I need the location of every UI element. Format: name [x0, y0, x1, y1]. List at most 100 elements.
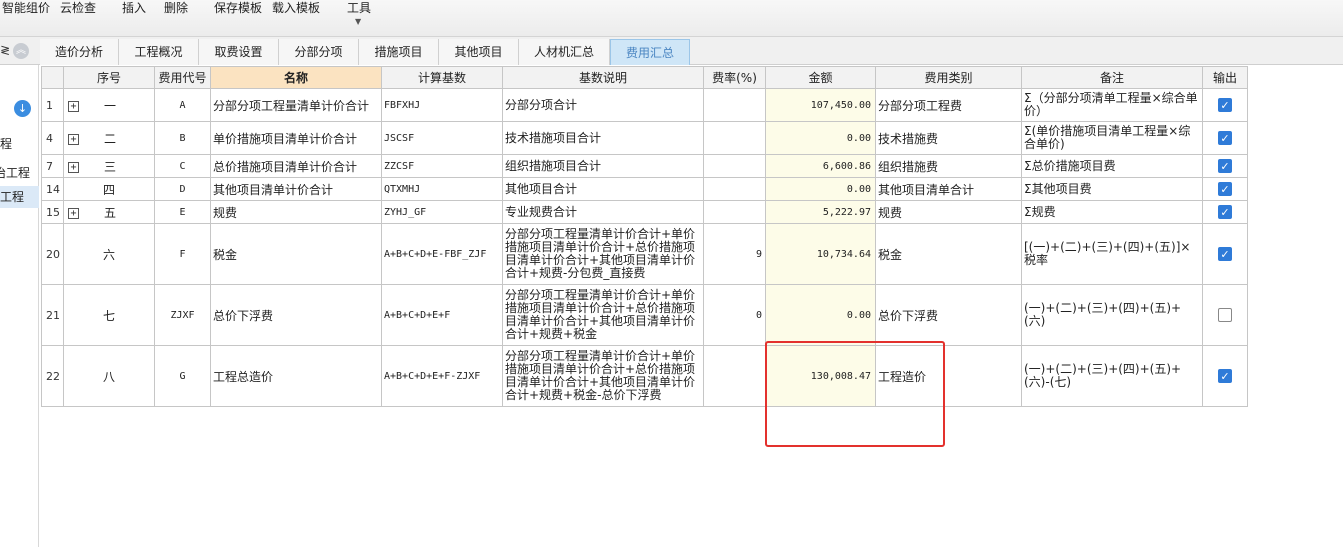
tab-measures[interactable]: 措施项目 [359, 39, 439, 65]
col-header-amount[interactable]: 金额 [765, 66, 876, 89]
insert-button[interactable]: 插入 [122, 0, 146, 16]
note-cell[interactable]: Σ其他项目费 [1021, 177, 1203, 201]
base-cell[interactable]: FBFXHJ [381, 88, 503, 122]
save-template-button[interactable]: 保存模板 [214, 0, 262, 16]
output-cell[interactable]: ✓ [1202, 223, 1248, 285]
cloud-check-button[interactable]: 云检查 [60, 0, 96, 16]
name-cell[interactable]: 分部分项工程量清单计价合计 [210, 88, 382, 122]
name-cell[interactable]: 总价下浮费 [210, 284, 382, 346]
output-cell[interactable]: ✓ [1202, 177, 1248, 201]
tab-fee-summary[interactable]: 费用汇总 [610, 39, 690, 65]
collapse-up-icon[interactable]: ︽ [13, 43, 29, 59]
rate-cell[interactable] [703, 200, 766, 224]
base-cell[interactable]: QTXMHJ [381, 177, 503, 201]
base-cell[interactable]: A+B+C+D+E+F [381, 284, 503, 346]
col-header-seq[interactable]: 序号 [63, 66, 155, 89]
rate-cell[interactable] [703, 154, 766, 178]
tab-other-items[interactable]: 其他项目 [439, 39, 519, 65]
name-cell[interactable]: 单价措施项目清单计价合计 [210, 121, 382, 155]
code-cell[interactable]: B [154, 121, 211, 155]
base-cell[interactable]: JSCSF [381, 121, 503, 155]
category-cell[interactable]: 税金 [875, 223, 1022, 285]
base-cell[interactable]: A+B+C+D+E+F-ZJXF [381, 345, 503, 407]
note-cell[interactable]: (一)+(二)+(三)+(四)+(五)+(六)-(七) [1021, 345, 1203, 407]
name-cell[interactable]: 工程总造价 [210, 345, 382, 407]
delete-button[interactable]: 删除 [164, 0, 188, 16]
tree-item[interactable]: 程 [0, 133, 39, 155]
seq-cell[interactable]: + 一 [63, 88, 155, 122]
note-cell[interactable]: Σ规费 [1021, 200, 1203, 224]
output-checkbox[interactable]: ✓ [1218, 159, 1232, 174]
name-cell[interactable]: 税金 [210, 223, 382, 285]
table-row[interactable]: 21 七 ZJXF 总价下浮费 A+B+C+D+E+F 分部分项工程量清单计价合计+单价措… [41, 284, 1248, 346]
table-row[interactable]: 7 + 三 C 总价措施项目清单计价合计 ZZCSF 组织措施项目合计 6,600.86 组织措… [41, 154, 1248, 178]
tab-fee-settings[interactable]: 取费设置 [199, 39, 279, 65]
col-header-desc[interactable]: 基数说明 [502, 66, 704, 89]
expand-plus-icon[interactable]: + [68, 207, 79, 219]
rate-cell[interactable]: 0 [703, 284, 766, 346]
category-cell[interactable]: 规费 [875, 200, 1022, 224]
output-checkbox[interactable]: ✓ [1218, 369, 1232, 384]
expand-plus-icon[interactable]: + [68, 133, 79, 145]
base-cell[interactable]: A+B+C+D+E-FBF_ZJF [381, 223, 503, 285]
expand-plus-icon[interactable]: + [68, 100, 79, 112]
output-cell[interactable]: ✓ [1202, 154, 1248, 178]
col-header-rate[interactable]: 费率(%) [703, 66, 766, 89]
tab-project-overview[interactable]: 工程概况 [119, 39, 199, 65]
amount-cell[interactable]: 0.00 [765, 121, 876, 155]
category-cell[interactable]: 总价下浮费 [875, 284, 1022, 346]
rate-cell[interactable] [703, 345, 766, 407]
load-template-button[interactable]: 载入模板 [272, 0, 320, 16]
tools-dropdown-icon[interactable]: ▼ [355, 17, 361, 26]
col-header-note[interactable]: 备注 [1021, 66, 1203, 89]
table-row[interactable]: 1 + 一 A 分部分项工程量清单计价合计 FBFXHJ 分部分项合计 107,450.00 分… [41, 88, 1248, 122]
desc-cell[interactable]: 分部分项工程量清单计价合计+单价措施项目清单计价合计+总价措施项目清单计价合计+… [502, 345, 704, 407]
amount-cell[interactable]: 5,222.97 [765, 200, 876, 224]
tab-cost-analysis[interactable]: 造价分析 [40, 39, 119, 65]
output-checkbox[interactable]: ✓ [1218, 205, 1232, 220]
table-row[interactable]: 20 六 F 税金 A+B+C+D+E-FBF_ZJF 分部分项工程量清单计价合计+单价措… [41, 223, 1248, 285]
table-row[interactable]: 22 八 G 工程总造价 A+B+C+D+E+F-ZJXF 分部分项工程量清单计价合计+单… [41, 345, 1248, 407]
seq-cell[interactable]: 七 [63, 284, 155, 346]
amount-cell[interactable]: 0.00 [765, 177, 876, 201]
output-cell[interactable]: ✓ [1202, 345, 1248, 407]
code-cell[interactable]: E [154, 200, 211, 224]
smart-pricing-button[interactable]: 智能组价 [2, 0, 50, 16]
col-header-base[interactable]: 计算基数 [381, 66, 503, 89]
code-cell[interactable]: G [154, 345, 211, 407]
seq-cell[interactable]: + 五 [63, 200, 155, 224]
name-cell[interactable]: 其他项目清单计价合计 [210, 177, 382, 201]
tab-sub-items[interactable]: 分部分项 [279, 39, 359, 65]
rate-cell[interactable] [703, 121, 766, 155]
table-row[interactable]: 15 + 五 E 规费 ZYHJ_GF 专业规费合计 5,222.97 规费 Σ规费 ✓ [41, 200, 1248, 224]
desc-cell[interactable]: 其他项目合计 [502, 177, 704, 201]
tools-button[interactable]: 工具 [347, 0, 371, 16]
base-cell[interactable]: ZYHJ_GF [381, 200, 503, 224]
output-cell[interactable]: ✓ [1202, 88, 1248, 122]
code-cell[interactable]: ZJXF [154, 284, 211, 346]
seq-cell[interactable]: + 二 [63, 121, 155, 155]
name-cell[interactable]: 总价措施项目清单计价合计 [210, 154, 382, 178]
output-cell[interactable]: ✓ [1202, 121, 1248, 155]
col-header-category[interactable]: 费用类别 [875, 66, 1022, 89]
seq-cell[interactable]: + 三 [63, 154, 155, 178]
table-row[interactable]: 14 四 D 其他项目清单计价合计 QTXMHJ 其他项目合计 0.00 其他项目清单合计 Σ其… [41, 177, 1248, 201]
amount-cell[interactable]: 10,734.64 [765, 223, 876, 285]
output-checkbox[interactable]: ✓ [1218, 98, 1232, 113]
seq-cell[interactable]: 八 [63, 345, 155, 407]
table-row[interactable]: 4 + 二 B 单价措施项目清单计价合计 JSCSF 技术措施项目合计 0.00 技术措施费 Σ(… [41, 121, 1248, 155]
name-cell[interactable]: 规费 [210, 200, 382, 224]
output-checkbox[interactable]: ✓ [1218, 247, 1232, 262]
category-cell[interactable]: 技术措施费 [875, 121, 1022, 155]
category-cell[interactable]: 分部分项工程费 [875, 88, 1022, 122]
col-header-code[interactable]: 费用代号 [154, 66, 211, 89]
desc-cell[interactable]: 技术措施项目合计 [502, 121, 704, 155]
desc-cell[interactable]: 分部分项工程量清单计价合计+单价措施项目清单计价合计+总价措施项目清单计价合计+… [502, 223, 704, 285]
code-cell[interactable]: A [154, 88, 211, 122]
seq-cell[interactable]: 六 [63, 223, 155, 285]
col-header-name[interactable]: 名称 [210, 66, 382, 89]
output-checkbox[interactable] [1218, 308, 1232, 323]
note-cell[interactable]: Σ(单价措施项目清单工程量×综合单价) [1021, 121, 1203, 155]
col-header-output[interactable]: 输出 [1202, 66, 1248, 89]
amount-cell[interactable]: 6,600.86 [765, 154, 876, 178]
